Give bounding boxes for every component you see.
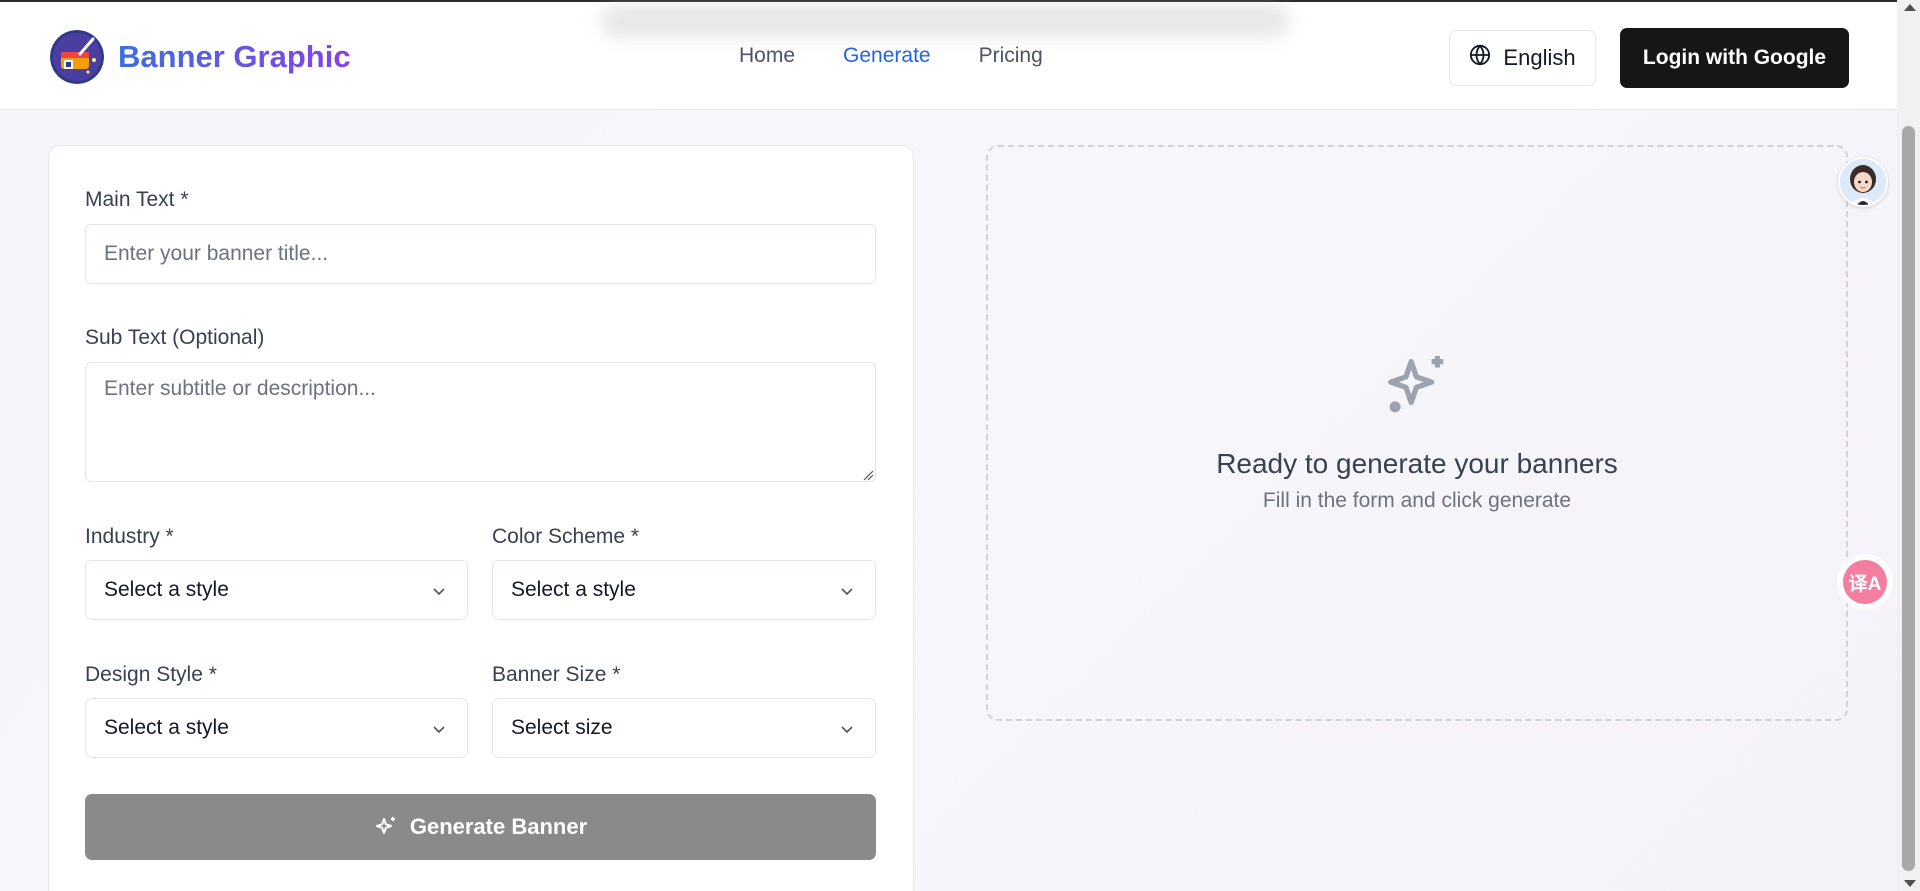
paint-bucket-logo-icon — [50, 30, 104, 84]
sparkles-icon — [1388, 355, 1444, 413]
preview-panel — [986, 145, 1848, 721]
nav-pricing[interactable]: Pricing — [979, 44, 1043, 68]
sparkles-icon — [375, 817, 395, 834]
sub-text-textarea[interactable] — [85, 362, 876, 482]
chevron-down-icon — [433, 726, 445, 734]
main-text-label: Main Text * — [85, 188, 189, 211]
banner-size-select[interactable]: Select size — [492, 698, 876, 758]
scroll-down-arrow-icon[interactable] — [1904, 880, 1916, 887]
globe-icon — [1469, 44, 1491, 72]
language-label: English — [1503, 45, 1576, 70]
brand-name: Banner Graphic — [118, 39, 351, 74]
main-text-input[interactable] — [85, 224, 876, 284]
banner-size-select-value: Select size — [511, 716, 613, 739]
header-blur-overlay — [600, 4, 1290, 38]
banner-size-label: Banner Size * — [492, 663, 621, 686]
design-style-label: Design Style * — [85, 663, 217, 686]
color-scheme-label: Color Scheme * — [492, 525, 640, 548]
main-nav: Home Generate Pricing — [739, 44, 1043, 68]
design-style-select[interactable]: Select a style — [85, 698, 468, 758]
scroll-up-arrow-icon[interactable] — [1904, 4, 1916, 11]
industry-label: Industry * — [85, 525, 174, 548]
chevron-down-icon — [433, 588, 445, 596]
nav-generate[interactable]: Generate — [843, 44, 931, 68]
generate-banner-label: Generate Banner — [409, 814, 588, 839]
industry-select[interactable]: Select a style — [85, 560, 468, 620]
nav-home[interactable]: Home — [739, 44, 795, 68]
scrollbar-thumb[interactable] — [1902, 126, 1915, 871]
login-with-google-button[interactable]: Login with Google — [1620, 28, 1849, 88]
industry-select-value: Select a style — [104, 578, 229, 601]
brand-logo[interactable]: Banner Graphic — [50, 30, 351, 84]
chevron-down-icon — [841, 726, 853, 734]
generate-banner-button[interactable]: Generate Banner — [85, 794, 876, 860]
language-button[interactable]: English — [1449, 30, 1596, 86]
chevron-down-icon — [841, 588, 853, 596]
assistant-avatar-icon[interactable] — [1838, 157, 1888, 207]
sub-text-label: Sub Text (Optional) — [85, 326, 265, 349]
resize-grip-icon[interactable] — [862, 469, 874, 481]
design-style-select-value: Select a style — [104, 716, 229, 739]
preview-subtitle: Fill in the form and click generate — [1262, 489, 1572, 512]
translate-icon[interactable]: 译A — [1843, 560, 1887, 604]
preview-title: Ready to generate your banners — [1216, 448, 1618, 479]
color-scheme-select-value: Select a style — [511, 578, 636, 601]
site-header: Banner Graphic Home Generate Pricing Eng… — [0, 2, 1897, 110]
color-scheme-select[interactable]: Select a style — [492, 560, 876, 620]
